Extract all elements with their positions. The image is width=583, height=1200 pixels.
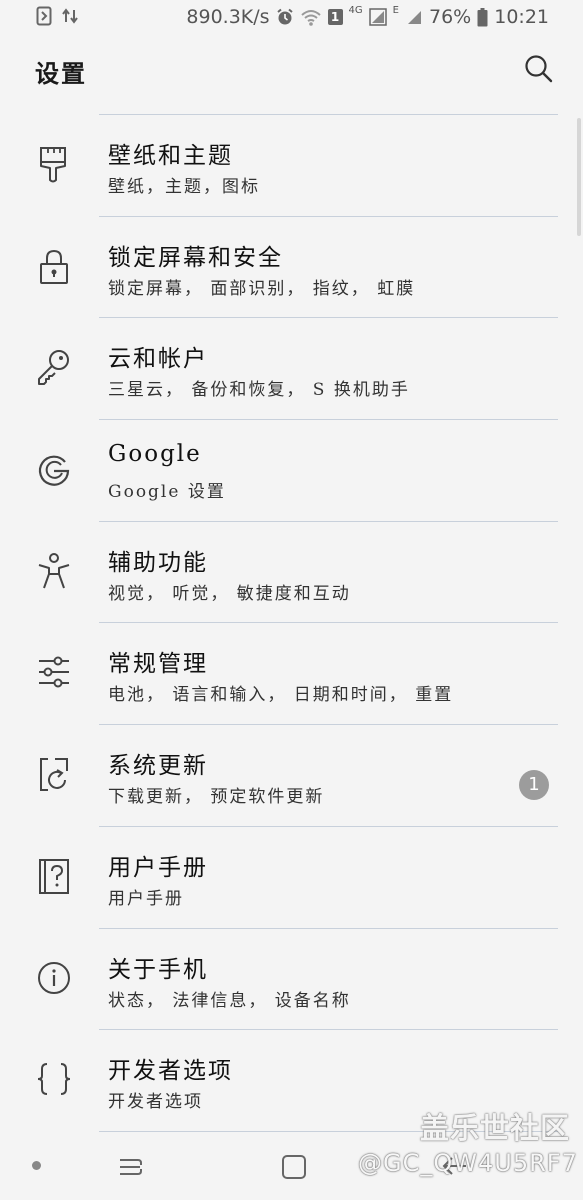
divider — [99, 724, 558, 726]
search-button[interactable] — [522, 53, 554, 85]
sliders-icon — [39, 656, 69, 688]
item-title: 常规管理 — [108, 651, 208, 678]
user-manual-icon — [39, 858, 69, 894]
settings-list: 壁纸和主题 壁纸，主题，图标 锁定屏幕和安全 锁定屏幕， 面部识别， 指纹， 虹… — [0, 114, 583, 1132]
developer-options-icon — [37, 1063, 71, 1096]
settings-item-google[interactable]: Google Google 设置 — [0, 419, 583, 521]
nav-bar-pin-dot[interactable] — [32, 1161, 41, 1170]
watermark-handle: @GC_QW4U5RF7 — [358, 1149, 578, 1177]
item-subtitle: 锁定屏幕， 面部识别， 指纹， 虹膜 — [108, 278, 416, 299]
signal-icon — [368, 8, 387, 26]
update-count-badge: 1 — [519, 770, 549, 801]
item-subtitle: 壁纸，主题，图标 — [108, 177, 260, 197]
divider — [99, 825, 558, 827]
item-subtitle: Google 设置 — [108, 482, 226, 503]
item-title: 开发者选项 — [108, 1058, 233, 1085]
item-subtitle: 下载更新， 预定软件更新 — [108, 787, 325, 808]
google-icon — [38, 455, 70, 486]
app-bar: 设置 — [0, 36, 583, 114]
item-title: 系统更新 — [108, 753, 208, 780]
battery-percentage: 76% — [429, 6, 472, 28]
item-subtitle: 电池， 语言和输入， 日期和时间， 重置 — [108, 685, 454, 706]
alarm-icon — [276, 8, 294, 26]
item-title: 云和帐户 — [108, 346, 208, 373]
paint-brush-icon — [40, 147, 66, 183]
settings-item-software-update[interactable]: 系统更新 下载更新， 预定软件更新 1 — [0, 724, 583, 826]
item-title: 锁定屏幕和安全 — [108, 244, 283, 271]
item-title: 壁纸和主题 — [108, 143, 233, 169]
page-title: 设置 — [35, 59, 87, 88]
settings-item-general-management[interactable]: 常规管理 电池， 语言和输入， 日期和时间， 重置 — [0, 622, 583, 724]
item-subtitle: 开发者选项 — [108, 1092, 203, 1113]
accessibility-icon — [38, 552, 70, 589]
key-icon — [38, 350, 69, 386]
settings-item-about-phone[interactable]: 关于手机 状态， 法律信息， 设备名称 — [0, 927, 583, 1030]
divider — [99, 520, 558, 522]
notification-count-icon: 1 — [327, 9, 343, 25]
watermark-title: 盖乐世社区 — [420, 1111, 571, 1145]
network-speed: 890.3K/s — [186, 6, 270, 28]
lock-icon — [40, 249, 68, 284]
item-title: 辅助功能 — [108, 549, 208, 576]
divider — [99, 114, 558, 115]
scrollbar-thumb[interactable] — [577, 118, 581, 236]
clock: 10:21 — [494, 6, 549, 28]
divider — [99, 317, 558, 319]
divider — [99, 622, 558, 624]
status-bar: 890.3K/s 1 4G E 76% 10:21 — [0, 0, 583, 36]
item-subtitle: 用户手册 — [108, 888, 184, 909]
screenshot-notification-icon — [36, 6, 52, 26]
home-icon[interactable] — [281, 1154, 307, 1180]
recents-icon[interactable] — [116, 1154, 144, 1180]
wifi-icon — [300, 8, 322, 26]
item-title: 用户手册 — [108, 854, 208, 881]
settings-item-cloud-accounts[interactable]: 云和帐户 三星云， 备份和恢复， S 换机助手 — [0, 317, 583, 419]
info-icon — [38, 961, 70, 994]
settings-item-user-manual[interactable]: 用户手册 用户手册 — [0, 825, 583, 928]
search-icon — [525, 55, 553, 83]
settings-item-wallpapers-themes[interactable]: 壁纸和主题 壁纸，主题，图标 — [0, 114, 583, 216]
data-transfer-icon — [62, 8, 78, 24]
item-title: 关于手机 — [108, 956, 208, 983]
item-subtitle: 状态， 法律信息， 设备名称 — [108, 990, 351, 1011]
network-e-label: E — [392, 4, 399, 16]
settings-item-accessibility[interactable]: 辅助功能 视觉， 听觉， 敏捷度和互动 — [0, 520, 583, 623]
signal-icon-2 — [405, 8, 423, 26]
divider — [99, 419, 558, 421]
battery-icon — [477, 7, 488, 27]
item-subtitle: 三星云， 备份和恢复， S 换机助手 — [108, 380, 410, 401]
divider — [99, 215, 558, 217]
divider — [99, 927, 558, 929]
item-subtitle: 视觉， 听觉， 敏捷度和互动 — [108, 583, 351, 604]
software-update-icon — [40, 758, 68, 792]
item-title: Google — [108, 441, 202, 468]
divider — [99, 1029, 558, 1031]
settings-item-lock-screen-security[interactable]: 锁定屏幕和安全 锁定屏幕， 面部识别， 指纹， 虹膜 — [0, 215, 583, 318]
network-4g-label: 4G — [348, 4, 363, 16]
